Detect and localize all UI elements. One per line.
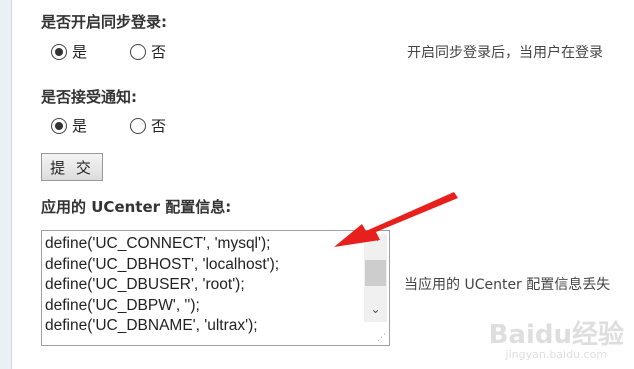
settings-page: 是否开启同步登录: 是 否 开启同步登录后，当用户在登录 是否接受通知: 是 否… bbox=[0, 0, 634, 369]
scroll-down-icon[interactable]: ⌄ bbox=[364, 300, 387, 318]
radio-checked-icon bbox=[51, 117, 67, 134]
config-line: define('UC_DBNAME', 'ultrax'); bbox=[45, 317, 258, 334]
scroll-thumb[interactable] bbox=[365, 260, 386, 286]
resize-grip-icon[interactable]: ⋰ bbox=[377, 333, 387, 343]
config-line: define('UC_CONNECT', 'mysql'); bbox=[45, 235, 271, 252]
submit-button[interactable]: 提 交 bbox=[41, 153, 103, 181]
config-line: define('UC_DBHOST', 'localhost'); bbox=[45, 255, 280, 273]
ucenter-config-textarea[interactable]: define('UC_CONNECT', 'mysql'); define('U… bbox=[41, 230, 390, 346]
config-line: define('UC_DBUSER', 'root'); bbox=[45, 276, 245, 293]
radio-unchecked-icon bbox=[130, 43, 146, 60]
config-line: define('UC_DBPW', ''); bbox=[45, 296, 200, 314]
ucenter-config-label-prefix: 应用的 bbox=[41, 198, 87, 216]
radio-unchecked-icon bbox=[130, 117, 146, 134]
ucenter-config-label: 应用的 UCenter 配置信息: bbox=[41, 196, 231, 217]
accept-notify-no-radio[interactable]: 否 bbox=[130, 115, 166, 136]
left-border-strip bbox=[0, 0, 12, 369]
ucenter-config-hint: 当应用的 UCenter 配置信息丢失 bbox=[404, 277, 611, 293]
accept-notify-yes-radio[interactable]: 是 bbox=[51, 115, 87, 136]
sync-login-no-label: 否 bbox=[151, 43, 167, 61]
scroll-up-icon[interactable]: ⌃ bbox=[364, 234, 387, 252]
radio-checked-icon bbox=[51, 43, 67, 60]
ucenter-config-label-suffix: 配置信息: bbox=[165, 198, 232, 216]
watermark-url: jingyan.baidu.com bbox=[505, 348, 608, 361]
sync-login-no-radio[interactable]: 否 bbox=[130, 41, 166, 62]
accept-notify-label: 是否接受通知: bbox=[41, 88, 137, 106]
accept-notify-no-label: 否 bbox=[151, 117, 167, 135]
ucenter-config-label-brand: UCenter bbox=[91, 198, 161, 216]
sync-login-yes-radio[interactable]: 是 bbox=[51, 41, 87, 62]
watermark-logo: Baidu经验 bbox=[488, 320, 624, 350]
sync-login-yes-label: 是 bbox=[72, 43, 88, 61]
vertical-scrollbar[interactable]: ⌃ ⌄ bbox=[364, 234, 387, 322]
accept-notify-yes-label: 是 bbox=[72, 117, 88, 135]
config-text: define('UC_CONNECT', 'mysql'); define('U… bbox=[45, 234, 363, 337]
sync-login-label: 是否开启同步登录: bbox=[41, 13, 167, 31]
sync-login-hint: 开启同步登录后，当用户在登录 bbox=[407, 45, 603, 61]
baidu-watermark: Baidu经验 jingyan.baidu.com bbox=[489, 314, 624, 361]
